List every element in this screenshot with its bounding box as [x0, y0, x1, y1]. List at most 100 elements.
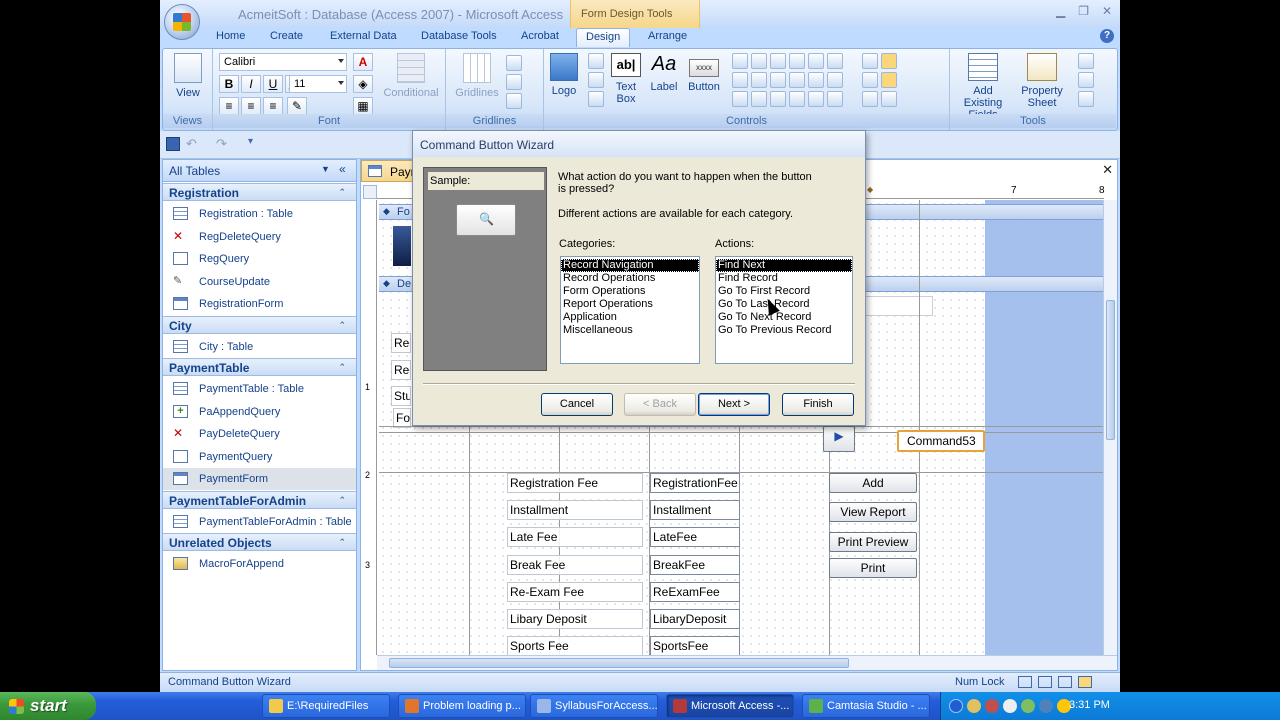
action-item-find-record[interactable]: Find Record — [716, 272, 852, 285]
nav-item-city-table[interactable]: City : Table — [163, 336, 356, 358]
nav-group-paymenttableforadmin[interactable]: PaymentTableForAdmin ⌃ — [163, 490, 356, 509]
align-right-icon[interactable]: ≡ — [263, 97, 283, 115]
label-button[interactable]: Aa Label — [648, 53, 680, 93]
subform-icon[interactable] — [808, 72, 824, 88]
convert-macros-icon[interactable] — [1078, 72, 1094, 88]
header-image[interactable] — [393, 226, 411, 266]
chevron-up-icon[interactable]: ⌃ — [338, 537, 346, 548]
chevron-up-icon[interactable]: ⌃ — [338, 187, 346, 198]
add-button[interactable]: Add — [829, 473, 917, 493]
page-numbers-icon[interactable] — [588, 72, 604, 88]
minimize-icon[interactable]: ▁ — [1056, 4, 1065, 24]
line-width-icon[interactable] — [506, 55, 522, 71]
taskbar-item-syllabusforaccess[interactable]: SyllabusForAccess... — [530, 694, 658, 718]
nav-item-regdeletequery[interactable]: ✕ RegDeleteQuery — [163, 226, 356, 248]
fee-label-break-fee[interactable]: Break Fee — [507, 554, 643, 575]
fee-field-installment[interactable]: Installment — [650, 500, 740, 521]
vertical-scrollbar[interactable] — [1103, 200, 1117, 655]
back-button[interactable]: < Back — [624, 393, 696, 416]
category-item-report-operations[interactable]: Report Operations — [561, 298, 699, 311]
fee-label-libary-deposit[interactable]: Libary Deposit — [507, 609, 643, 629]
subform-new-window-icon[interactable] — [1078, 91, 1094, 107]
fee-field-reexamfee[interactable]: ReExamFee — [650, 581, 740, 602]
tray-volume-icon[interactable] — [1003, 699, 1017, 713]
action-item-find-next[interactable]: Find Next — [716, 259, 852, 272]
start-button[interactable]: start — [0, 692, 96, 720]
view-button[interactable]: View — [169, 53, 207, 99]
rectangle-icon[interactable] — [751, 72, 767, 88]
nav-item-registration-table[interactable]: Registration : Table — [163, 203, 356, 225]
logo-button[interactable]: Logo — [546, 53, 582, 97]
conditional-button[interactable]: Conditional — [381, 53, 441, 99]
nav-item-paymentquery[interactable]: PaymentQuery — [163, 446, 356, 468]
font-name-combo[interactable]: Calibri — [219, 53, 347, 71]
fee-label-late-fee[interactable]: Late Fee — [507, 527, 643, 548]
action-item-go-to-last-record[interactable]: Go To Last Record — [716, 298, 852, 311]
tab-arrange[interactable]: Arrange — [648, 30, 687, 42]
underline-button[interactable]: U — [263, 75, 283, 93]
use-control-wizards-icon[interactable] — [881, 72, 897, 88]
horizontal-scroll-thumb[interactable] — [389, 658, 849, 668]
partial-label-stu[interactable]: Stu — [391, 386, 411, 406]
office-button[interactable] — [164, 4, 200, 40]
gridlines-button[interactable]: Gridlines — [452, 53, 502, 99]
nav-group-city[interactable]: City ⌃ — [163, 315, 356, 334]
fee-field-sportsfee[interactable]: SportsFee — [650, 636, 740, 655]
redo-icon[interactable]: ↷ — [216, 136, 227, 152]
fee-label-re-exam-fee[interactable]: Re-Exam Fee — [507, 581, 643, 602]
nav-item-paymenttableforadmin-table[interactable]: PaymentTableForAdmin : Table — [163, 511, 356, 533]
attachment-icon[interactable] — [808, 91, 824, 107]
chevron-down-icon[interactable]: ▼ — [321, 164, 330, 174]
category-item-miscellaneous[interactable]: Miscellaneous — [561, 324, 699, 337]
form-view-icon[interactable] — [1018, 676, 1032, 688]
nav-item-paappendquery[interactable]: + PaAppendQuery — [163, 401, 356, 423]
nav-item-courseupdate[interactable]: ✎ CourseUpdate — [163, 271, 356, 293]
view-report-button[interactable]: View Report — [829, 502, 917, 522]
option-group-icon[interactable] — [732, 91, 748, 107]
page-break-icon[interactable] — [789, 53, 805, 69]
partial-label-reg-2[interactable]: Reg — [391, 360, 411, 380]
tab-design[interactable]: Design — [576, 28, 631, 47]
taskbar-item-camtasia-studio[interactable]: Camtasia Studio - ... — [802, 694, 930, 718]
set-control-defaults-icon[interactable] — [881, 91, 897, 107]
category-item-form-operations[interactable]: Form Operations — [561, 285, 699, 298]
taskbar-item-problem-loading-p[interactable]: Problem loading p... — [398, 694, 526, 718]
bold-button[interactable]: B — [219, 75, 239, 93]
list-box-icon[interactable] — [732, 72, 748, 88]
form-selector[interactable] — [363, 185, 377, 199]
property-sheet-button[interactable]: Property Sheet — [1016, 53, 1068, 109]
date-time-icon[interactable] — [588, 91, 604, 107]
next-button[interactable]: Next > — [698, 393, 770, 416]
actions-listbox[interactable]: Find Next Find Record Go To First Record Go… — [715, 256, 853, 364]
partial-label-fo[interactable]: Fo — [393, 408, 411, 428]
partial-label-reg-1[interactable]: Reg — [391, 333, 411, 353]
shutter-bar-close-icon[interactable]: « — [339, 162, 346, 176]
fee-label-registration-fee[interactable]: Registration Fee — [507, 473, 643, 493]
nav-group-paymenttable[interactable]: PaymentTable ⌃ — [163, 358, 356, 376]
finish-button[interactable]: Finish — [782, 393, 854, 416]
italic-button[interactable]: I — [241, 75, 261, 93]
chevron-up-icon[interactable]: ⌃ — [338, 362, 346, 373]
taskbar-item-e-requiredfiles[interactable]: E:\RequiredFiles — [262, 694, 390, 718]
nav-item-paymenttable-table[interactable]: PaymentTable : Table — [163, 378, 356, 400]
print-button[interactable]: Print — [829, 558, 917, 578]
bound-object-icon[interactable] — [827, 72, 843, 88]
tab-acrobat[interactable]: Acrobat — [521, 30, 559, 42]
combo-box-icon[interactable] — [789, 72, 805, 88]
format-painter-brush-icon[interactable]: ✎ — [287, 97, 307, 115]
chevron-up-icon[interactable]: ⌃ — [338, 320, 346, 331]
align-center-icon[interactable]: ≡ — [241, 97, 261, 115]
add-existing-fields-button[interactable]: Add Existing Fields — [954, 53, 1012, 121]
line-type-icon[interactable] — [862, 72, 878, 88]
insert-activex-icon[interactable] — [827, 91, 843, 107]
tab-external-data[interactable]: External Data — [330, 30, 397, 42]
tray-bluetooth-icon[interactable] — [949, 699, 963, 713]
line-style-icon[interactable] — [506, 74, 522, 90]
action-item-go-to-previous-record[interactable]: Go To Previous Record — [716, 324, 852, 337]
tray-media-icon[interactable] — [985, 699, 999, 713]
unbound-object-icon[interactable] — [827, 53, 843, 69]
fee-label-sports-fee[interactable]: Sports Fee — [507, 636, 643, 655]
fee-field-registrationfee[interactable]: RegistrationFee — [650, 473, 740, 493]
title-icon[interactable] — [588, 53, 604, 69]
navigation-pane-header[interactable]: All Tables ▼ « — [163, 160, 356, 182]
